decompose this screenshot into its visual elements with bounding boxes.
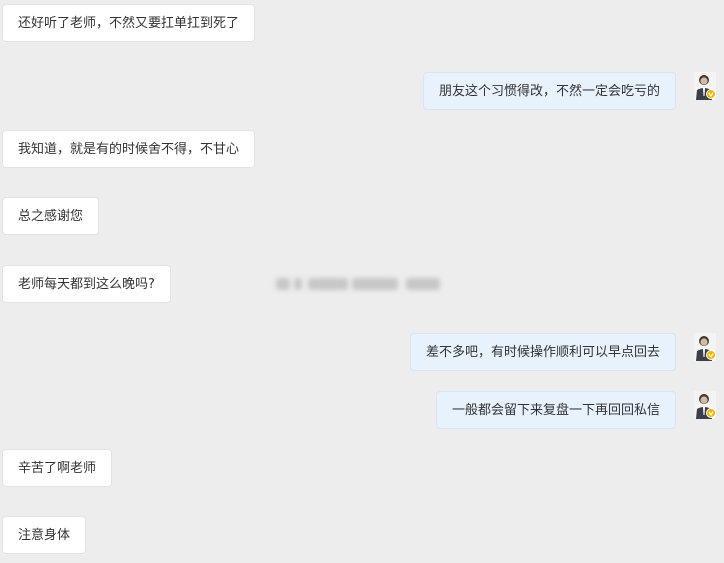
message-bubble-incoming: 还好听了老师，不然又要扛单扛到死了 bbox=[2, 4, 256, 42]
message-bubble-outgoing: 差不多吧，有时候操作顺利可以早点回去 bbox=[409, 333, 676, 371]
teacher-avatar-icon[interactable] bbox=[694, 333, 716, 361]
message-bubble-incoming: 我知道，就是有的时候舍不得，不甘心 bbox=[2, 130, 256, 168]
message-bubble-incoming: 注意身体 bbox=[2, 516, 87, 554]
message-bubble-outgoing: 一般都会留下来复盘一下再回回私信 bbox=[435, 391, 676, 429]
message-bubble-outgoing: 朋友这个习惯得改，不然一定会吃亏的 bbox=[422, 72, 676, 110]
teacher-avatar-icon[interactable] bbox=[694, 72, 716, 100]
blurred-watermark bbox=[276, 274, 446, 294]
message-bubble-incoming: 总之感谢您 bbox=[2, 197, 100, 235]
message-bubble-incoming: 老师每天都到这么晚吗? bbox=[2, 265, 171, 303]
teacher-avatar-icon[interactable] bbox=[694, 391, 716, 419]
message-bubble-incoming: 辛苦了啊老师 bbox=[2, 449, 113, 487]
